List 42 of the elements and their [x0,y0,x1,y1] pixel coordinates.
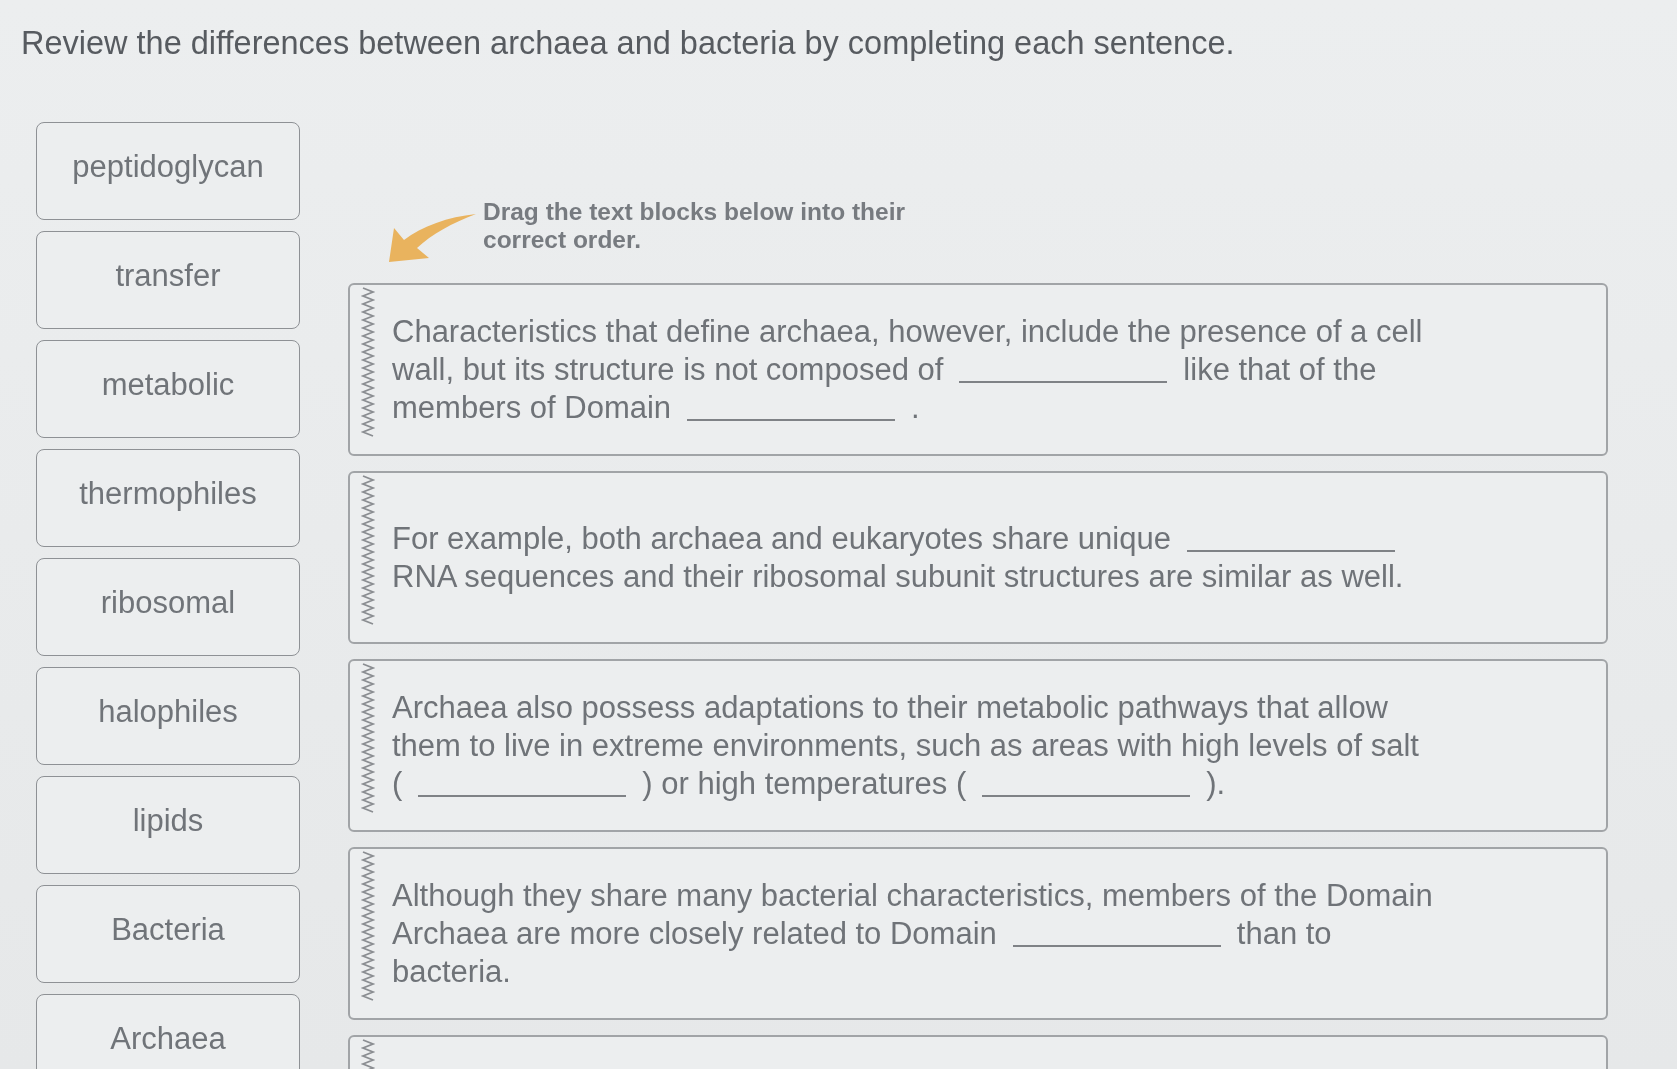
sentence-text: ) or high temperatures ( [642,764,967,803]
fill-in-line[interactable] [1186,549,1395,552]
sentence-text: members of Domain [392,388,672,427]
sentence-block[interactable]: Although they share many bacterial characteristics, members of the Domain Archaea are more closely related to Domain than to bacteria. [348,847,1608,1020]
sentence-block[interactable]: Characteristics that define archaea, however, include the presence of a cell wall, but its structure is not composed of like that of the members of Domain . [348,283,1608,456]
sentence-text: Characteristics that define archaea, however, include the presence of a cell [392,312,1423,351]
grip-icon [360,475,376,625]
answer-choice[interactable]: metabolic [36,340,300,438]
answer-choice[interactable]: Bacteria [36,885,300,983]
sentence-text: like that of the [1183,350,1377,389]
sentence-text: For example, both archaea and eukaryotes share unique [392,519,1171,558]
sentence-block[interactable]: For example, both archaea and eukaryotes share unique RNA sequences and their ribosomal subunit structures are similar as well. [348,471,1608,644]
sentence-text: . [911,388,920,427]
answer-choice[interactable]: thermophiles [36,449,300,547]
sentence-text: RNA sequences and their ribosomal subunit structures are similar as well. [392,557,1404,596]
answer-choice[interactable]: peptidoglycan [36,122,300,220]
answer-choice[interactable]: lipids [36,776,300,874]
answer-choice[interactable]: transfer [36,231,300,329]
sentence-text: wall, but its structure is not composed of [392,350,944,389]
sentence-text: ). [1206,764,1226,803]
sentence-block[interactable]: Archaea also possess adaptations to their metabolic pathways that allow them to live in extreme environments, such as areas with high levels of salt ( ) or high temperatures ( ). [348,659,1608,832]
answer-choice[interactable]: ribosomal [36,558,300,656]
sentence-text: Archaea also possess adaptations to their metabolic pathways that allow [392,688,1388,727]
sentence-text: Although they share many bacterial characteristics, members of the Domain [392,876,1433,915]
answer-choice[interactable]: Archaea [36,994,300,1069]
grip-icon [360,287,376,437]
drag-instruction-text: Drag the text blocks below into their correct order. [483,198,906,254]
answer-choice[interactable]: halophiles [36,667,300,765]
fill-in-line[interactable] [1012,944,1221,947]
curved-arrow-icon [388,213,476,263]
fill-in-line[interactable] [418,794,627,797]
sentence-text: ( [392,764,403,803]
sentence-text: than to [1236,914,1332,953]
sentence-text: Archaea are more closely related to Domain [392,914,997,953]
sentence-text: bacteria. [392,952,511,991]
question-title: Review the differences between archaea and bacteria by completing each sentence. [21,25,1235,61]
fill-in-line[interactable] [982,794,1191,797]
fill-in-line[interactable] [959,380,1168,383]
grip-icon [360,851,376,1001]
grip-icon [360,663,376,813]
fill-in-line[interactable] [687,418,896,421]
sentence-text: them to live in extreme environments, such as areas with high levels of salt [392,726,1419,765]
